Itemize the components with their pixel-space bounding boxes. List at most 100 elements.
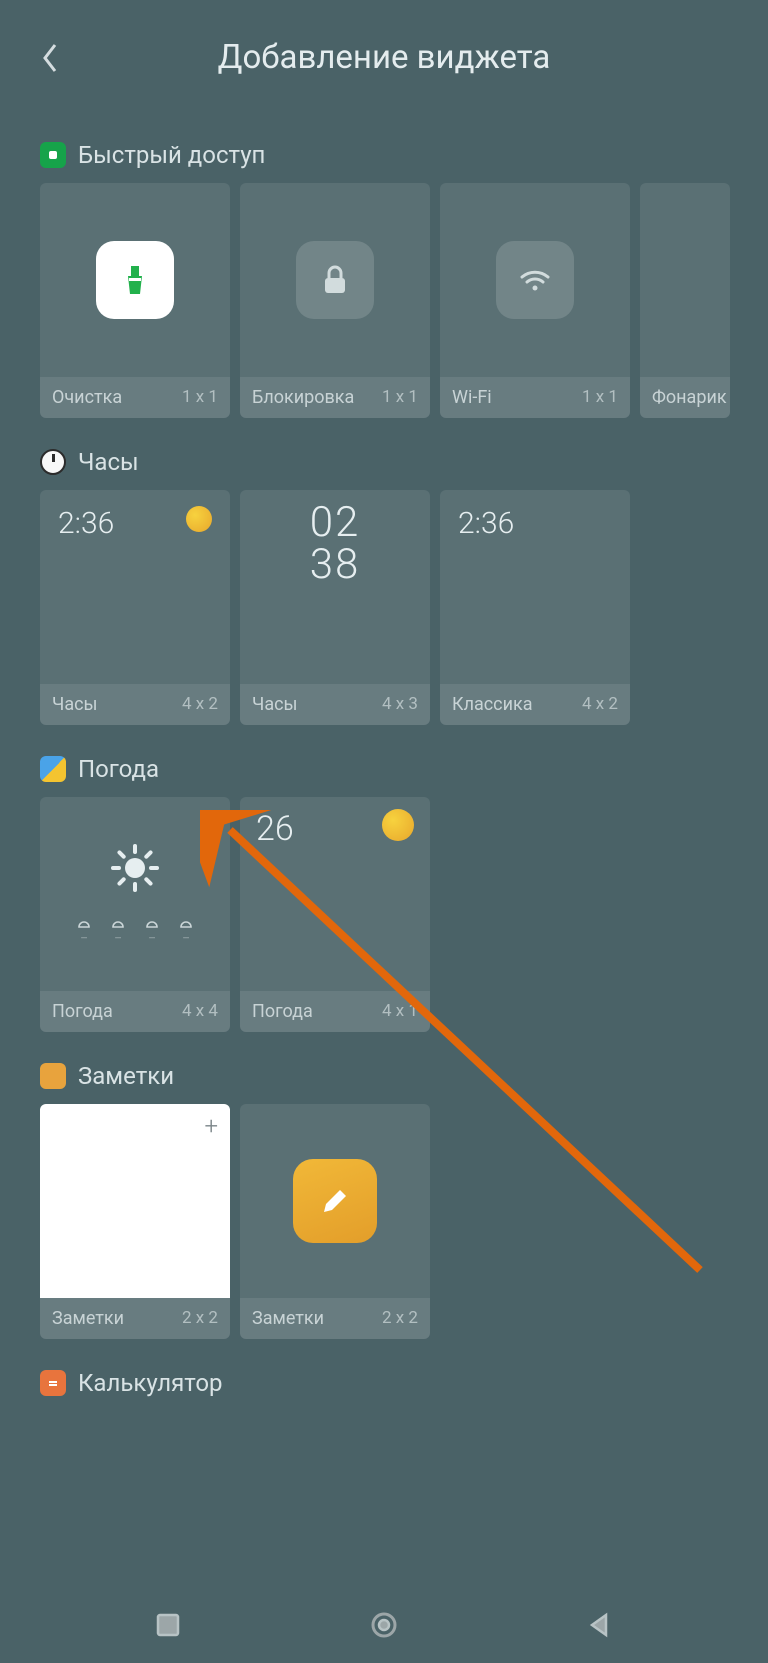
card-label: Фонарик [652, 387, 727, 408]
clock-time: 2:36 [58, 506, 114, 541]
clock-icon [40, 449, 66, 475]
card-footer: Погода 4 x 4 [40, 991, 230, 1032]
card-size: 1 x 1 [582, 387, 618, 408]
cards-row: 2:36 Часы 4 x 2 02 38 Часы 4 x 3 [40, 490, 728, 725]
widget-card-weather-4x4[interactable]: — — — — Погода 4 x 4 [40, 797, 230, 1032]
square-icon [154, 1611, 182, 1639]
circle-icon [370, 1611, 398, 1639]
card-preview: + [40, 1104, 230, 1298]
cards-row: Очистка 1 x 1 Блокировка 1 x 1 Wi- [40, 183, 728, 418]
card-preview [40, 183, 230, 377]
card-label: Wi-Fi [452, 387, 492, 408]
widget-card-flashlight[interactable]: Фонарик [640, 183, 730, 418]
widget-card-wifi[interactable]: Wi-Fi 1 x 1 [440, 183, 630, 418]
section-weather: Погода — [0, 755, 768, 1032]
cards-row: — — — — Погода 4 x 4 26 Погод [40, 797, 728, 1032]
widget-card-clock-4x2[interactable]: 2:36 Часы 4 x 2 [40, 490, 230, 725]
clean-icon [96, 241, 174, 319]
nav-back-button[interactable] [578, 1603, 622, 1647]
sun-icon [111, 844, 159, 892]
plus-icon: + [204, 1112, 218, 1140]
widget-card-clock-classic[interactable]: 2:36 Классика 4 x 2 [440, 490, 630, 725]
clock-time-top: 02 [310, 502, 361, 544]
sun-icon [186, 506, 212, 532]
widget-card-clock-4x3[interactable]: 02 38 Часы 4 x 3 [240, 490, 430, 725]
card-footer: Очистка 1 x 1 [40, 377, 230, 418]
section-calculator: Калькулятор [0, 1369, 768, 1397]
card-preview [440, 183, 630, 377]
card-label: Погода [52, 1001, 113, 1022]
section-header: Быстрый доступ [40, 141, 728, 169]
back-button[interactable] [30, 38, 70, 78]
mini-forecast: — — — — [76, 916, 194, 944]
card-label: Заметки [252, 1308, 324, 1329]
nav-home-button[interactable] [362, 1603, 406, 1647]
card-footer: Wi-Fi 1 x 1 [440, 377, 630, 418]
widget-card-notes-icon[interactable]: Заметки 2 x 2 [240, 1104, 430, 1339]
section-clock: Часы 2:36 Часы 4 x 2 02 38 [0, 448, 768, 725]
card-size: 1 x 1 [382, 387, 418, 408]
temperature: 26 [256, 809, 294, 849]
section-header: Часы [40, 448, 728, 476]
page-title: Добавление виджета [24, 38, 744, 77]
card-preview: 02 38 [240, 490, 430, 684]
card-preview [640, 183, 730, 377]
card-footer: Фонарик [640, 377, 730, 418]
card-label: Блокировка [252, 387, 354, 408]
widget-card-weather-4x1[interactable]: 26 Погода 4 x 1 [240, 797, 430, 1032]
widget-card-clean[interactable]: Очистка 1 x 1 [40, 183, 230, 418]
card-size: 2 x 2 [382, 1308, 418, 1329]
card-size: 4 x 4 [182, 1001, 218, 1022]
card-preview: — — — — [40, 797, 230, 991]
card-label: Часы [52, 694, 98, 715]
sun-icon [382, 809, 414, 841]
clock-time-bottom: 38 [310, 544, 361, 586]
card-footer: Часы 4 x 2 [40, 684, 230, 725]
cards-row: + Заметки 2 x 2 Заметки 2 x 2 [40, 1104, 728, 1339]
card-preview: 2:36 [40, 490, 230, 684]
triangle-left-icon [586, 1611, 614, 1639]
wifi-icon [496, 241, 574, 319]
card-footer: Заметки 2 x 2 [240, 1298, 430, 1339]
card-label: Очистка [52, 387, 122, 408]
lock-icon [296, 241, 374, 319]
section-notes: Заметки + Заметки 2 x 2 Заметки 2 x 2 [0, 1062, 768, 1339]
card-preview [240, 1104, 430, 1298]
card-label: Классика [452, 694, 533, 715]
card-size: 2 x 2 [182, 1308, 218, 1329]
card-size: 4 x 2 [182, 694, 218, 715]
nav-recents-button[interactable] [146, 1603, 190, 1647]
card-footer: Часы 4 x 3 [240, 684, 430, 725]
card-size: 4 x 3 [382, 694, 418, 715]
weather-icon [40, 756, 66, 782]
card-footer: Блокировка 1 x 1 [240, 377, 430, 418]
card-footer: Классика 4 x 2 [440, 684, 630, 725]
card-size: 1 x 1 [182, 387, 218, 408]
section-title: Калькулятор [78, 1369, 223, 1397]
section-header: Заметки [40, 1062, 728, 1090]
section-title: Погода [78, 755, 159, 783]
card-label: Погода [252, 1001, 313, 1022]
notes-icon [40, 1063, 66, 1089]
card-preview: 26 [240, 797, 430, 991]
section-title: Быстрый доступ [78, 141, 265, 169]
card-label: Заметки [52, 1308, 124, 1329]
section-quick-access: Быстрый доступ Очистка 1 x 1 Блокировка [0, 141, 768, 418]
card-size: 4 x 1 [382, 1001, 418, 1022]
card-footer: Погода 4 x 1 [240, 991, 430, 1032]
calculator-icon [40, 1370, 66, 1396]
card-label: Часы [252, 694, 298, 715]
card-preview [240, 183, 430, 377]
navigation-bar [0, 1603, 768, 1647]
card-footer: Заметки 2 x 2 [40, 1298, 230, 1339]
widget-card-lock[interactable]: Блокировка 1 x 1 [240, 183, 430, 418]
widget-card-notes-blank[interactable]: + Заметки 2 x 2 [40, 1104, 230, 1339]
section-title: Заметки [78, 1062, 174, 1090]
notes-app-icon [293, 1159, 377, 1243]
section-title: Часы [78, 448, 139, 476]
section-header: Калькулятор [40, 1369, 728, 1397]
clock-time: 2:36 [458, 506, 514, 541]
quick-access-icon [40, 142, 66, 168]
card-size: 4 x 2 [582, 694, 618, 715]
chevron-left-icon [41, 43, 59, 73]
